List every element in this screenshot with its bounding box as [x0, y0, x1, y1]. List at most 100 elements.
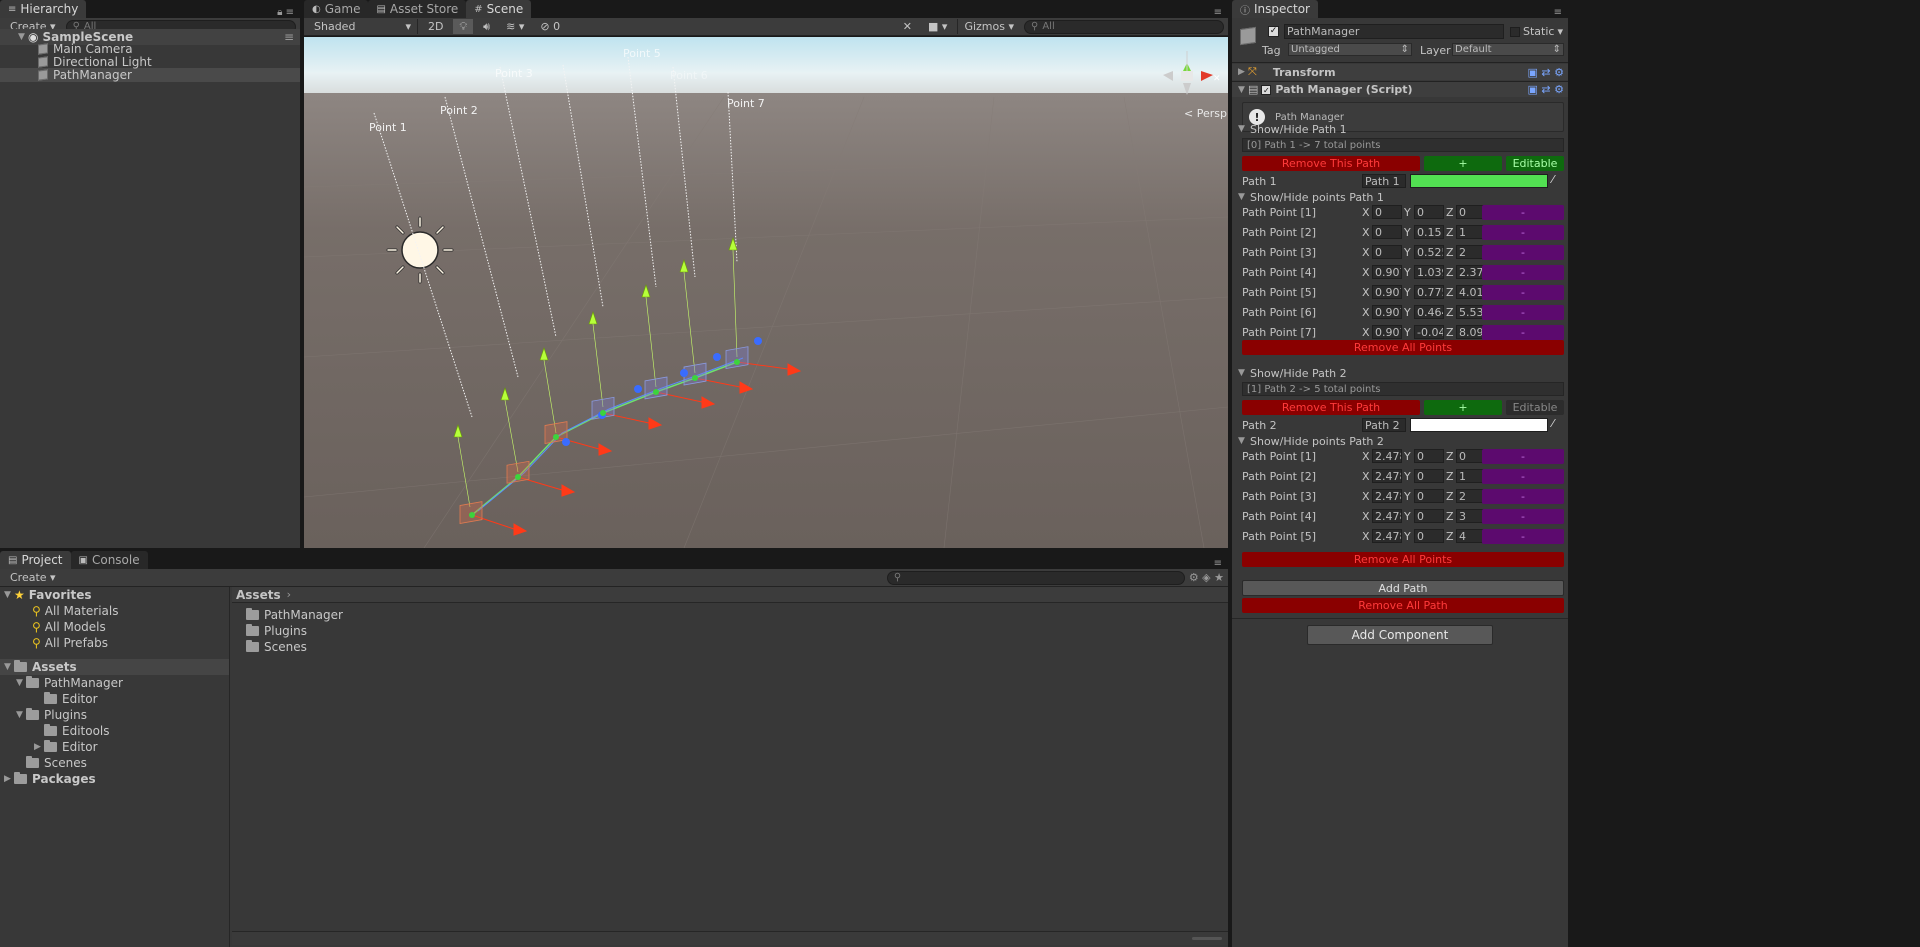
- point-x-field[interactable]: 2.478: [1372, 489, 1402, 503]
- tools-icon[interactable]: ✕: [897, 19, 918, 34]
- point-y-field[interactable]: 1.039: [1414, 265, 1444, 279]
- scene-viewport[interactable]: Point 1 Point 2 Point 3 Point 5 Point 6 …: [304, 37, 1228, 548]
- persp-label[interactable]: < Persp: [1184, 107, 1227, 120]
- point-y-field[interactable]: 0.775: [1414, 285, 1444, 299]
- hierarchy-item-selected[interactable]: PathManager: [0, 68, 300, 82]
- add-path-button[interactable]: Add Path: [1242, 580, 1564, 596]
- path-toggle[interactable]: ▼ Show/Hide Path 1: [1232, 122, 1568, 136]
- hierarchy-item[interactable]: Main Camera: [0, 42, 300, 56]
- favorite-item[interactable]: ⚲ All Materials: [0, 603, 229, 619]
- point-y-field[interactable]: 0.525: [1414, 245, 1444, 259]
- editable-toggle[interactable]: Editable: [1506, 400, 1564, 415]
- breadcrumb-assets[interactable]: Assets: [236, 588, 281, 602]
- tree-item[interactable]: Editor: [0, 691, 229, 707]
- tab-inspector[interactable]: ⓘ Inspector: [1232, 0, 1318, 18]
- add-component-button[interactable]: Add Component: [1307, 625, 1493, 645]
- remove-point-button[interactable]: -: [1482, 205, 1564, 220]
- point-x-field[interactable]: 0.907: [1372, 305, 1402, 319]
- editable-toggle[interactable]: Editable: [1506, 156, 1564, 171]
- scene-canvas[interactable]: Point 1 Point 2 Point 3 Point 5 Point 6 …: [304, 37, 1228, 548]
- favorite-item[interactable]: ⚲ All Models: [0, 619, 229, 635]
- remove-path-button[interactable]: Remove This Path: [1242, 156, 1420, 171]
- eyedropper-icon[interactable]: ⁄: [1552, 417, 1554, 430]
- eyedropper-icon[interactable]: ⁄: [1552, 173, 1554, 186]
- point-y-field[interactable]: 0.464: [1414, 305, 1444, 319]
- add-point-button[interactable]: +: [1424, 156, 1502, 171]
- component-menu-icon[interactable]: ▣ ⇄ ⚙: [1528, 66, 1568, 79]
- point-y-field[interactable]: 0.15: [1414, 225, 1444, 239]
- point-x-field[interactable]: 0.907: [1372, 285, 1402, 299]
- point-x-field[interactable]: 2.478: [1372, 529, 1402, 543]
- hierarchy-item[interactable]: Directional Light: [0, 55, 300, 69]
- remove-path-button[interactable]: Remove This Path: [1242, 400, 1420, 415]
- assets-header[interactable]: ▼ Assets: [0, 659, 229, 675]
- point-y-field[interactable]: 0: [1414, 449, 1444, 463]
- lock-icon[interactable]: 🔒︎ ≡: [277, 7, 300, 18]
- script-component-header[interactable]: ▼ ▤ ✓ Path Manager (Script) ▣ ⇄ ⚙: [1232, 81, 1568, 97]
- static-checkbox[interactable]: [1510, 26, 1520, 37]
- remove-point-button[interactable]: -: [1482, 489, 1564, 504]
- tab-game[interactable]: ◐ Game: [304, 0, 369, 18]
- transform-component-header[interactable]: ▶ ⤧ Transform ▣ ⇄ ⚙: [1232, 64, 1568, 80]
- remove-all-points-button[interactable]: Remove All Points: [1242, 552, 1564, 567]
- remove-point-button[interactable]: -: [1482, 225, 1564, 240]
- point-x-field[interactable]: 0: [1372, 205, 1402, 219]
- point-x-field[interactable]: 2.478: [1372, 449, 1402, 463]
- path-name-field[interactable]: Path 1: [1362, 174, 1406, 188]
- tree-item[interactable]: ▼ Plugins: [0, 707, 229, 723]
- active-checkbox[interactable]: ✓: [1268, 26, 1279, 37]
- point-x-field[interactable]: 0: [1372, 225, 1402, 239]
- remove-point-button[interactable]: -: [1482, 529, 1564, 544]
- favorite-item[interactable]: ⚲ All Prefabs: [0, 635, 229, 651]
- tab-scene[interactable]: # Scene: [466, 0, 532, 18]
- remove-point-button[interactable]: -: [1482, 245, 1564, 260]
- point-x-field[interactable]: 0: [1372, 245, 1402, 259]
- lighting-toggle-icon[interactable]: 💡︎: [453, 19, 474, 34]
- point-x-field[interactable]: 0.907: [1372, 325, 1402, 339]
- expand-arrow-icon[interactable]: ▼: [1238, 85, 1248, 95]
- remove-point-button[interactable]: -: [1482, 325, 1564, 340]
- static-toggle[interactable]: Static ▾: [1510, 25, 1563, 38]
- tab-asset-store[interactable]: ▤ Asset Store: [368, 0, 467, 18]
- tree-item[interactable]: ▼ PathManager: [0, 675, 229, 691]
- tree-item[interactable]: Editools: [0, 723, 229, 739]
- remove-point-button[interactable]: -: [1482, 449, 1564, 464]
- layer-dropdown[interactable]: Default ⇕: [1452, 43, 1564, 56]
- points-toggle[interactable]: ▼ Show/Hide points Path 1: [1232, 190, 1568, 204]
- point-y-field[interactable]: 0: [1414, 469, 1444, 483]
- component-menu-icon[interactable]: ▣ ⇄ ⚙: [1528, 83, 1568, 96]
- remove-point-button[interactable]: -: [1482, 509, 1564, 524]
- scene-search[interactable]: ⚲ All: [1024, 19, 1224, 34]
- point-y-field[interactable]: 0: [1414, 529, 1444, 543]
- remove-all-path-button[interactable]: Remove All Path: [1242, 598, 1564, 613]
- object-name-field[interactable]: PathManager: [1284, 24, 1504, 39]
- tree-item[interactable]: Scenes: [0, 755, 229, 771]
- filter-icons[interactable]: ⚙ ◈ ★: [1189, 571, 1224, 584]
- effects-dropdown-icon[interactable]: ≋ ▾: [500, 19, 530, 34]
- point-y-field[interactable]: 0: [1414, 489, 1444, 503]
- icon-size-slider[interactable]: [1192, 937, 1222, 940]
- remove-point-button[interactable]: -: [1482, 285, 1564, 300]
- remove-point-button[interactable]: -: [1482, 305, 1564, 320]
- point-y-field[interactable]: 0: [1414, 509, 1444, 523]
- point-x-field[interactable]: 2.478: [1372, 509, 1402, 523]
- folder-item[interactable]: PathManager: [246, 607, 646, 623]
- camera-icon[interactable]: ■ ▾: [922, 19, 953, 34]
- tree-item[interactable]: ▶ Editor: [0, 739, 229, 755]
- audio-toggle-icon[interactable]: 🔊︎: [477, 19, 496, 34]
- component-enabled-checkbox[interactable]: ✓: [1261, 84, 1272, 95]
- point-y-field[interactable]: 0: [1414, 205, 1444, 219]
- path-color-swatch[interactable]: [1410, 174, 1548, 188]
- 2d-toggle[interactable]: 2D: [422, 19, 449, 34]
- shading-dropdown[interactable]: Shaded ▾: [308, 19, 418, 34]
- packages-header[interactable]: ▶ Packages: [0, 771, 229, 787]
- panel-menu-icon[interactable]: ≡: [1214, 7, 1228, 18]
- path-color-swatch[interactable]: [1410, 418, 1548, 432]
- folder-item[interactable]: Scenes: [246, 639, 646, 655]
- point-y-field[interactable]: -0.04: [1414, 325, 1444, 339]
- tag-dropdown[interactable]: Untagged ⇕: [1288, 43, 1412, 56]
- tab-console[interactable]: ▣ Console: [70, 551, 148, 569]
- remove-point-button[interactable]: -: [1482, 469, 1564, 484]
- folder-item[interactable]: Plugins: [246, 623, 646, 639]
- path-toggle[interactable]: ▼ Show/Hide Path 2: [1232, 366, 1568, 380]
